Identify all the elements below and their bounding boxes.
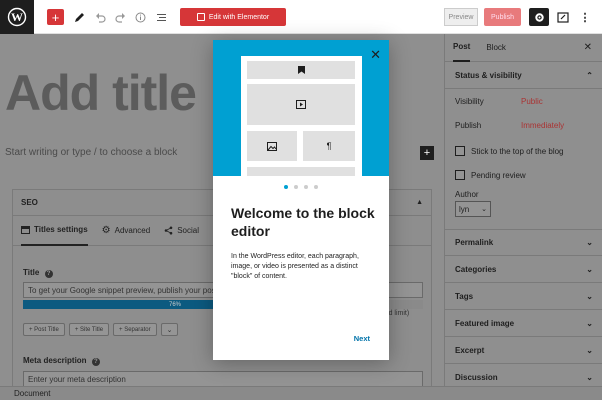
next-button[interactable]: Next <box>354 334 370 343</box>
chevron-down-icon: ⌄ <box>166 326 173 334</box>
edit-with-elementor-button[interactable]: Edit with Elementor <box>180 8 286 26</box>
author-select[interactable]: lyn ⌄ <box>455 201 491 217</box>
footer-breadcrumb[interactable]: Document <box>0 386 602 400</box>
chevron-down-icon: ⌄ <box>586 264 593 274</box>
edit-tool-button[interactable] <box>72 9 86 25</box>
settings-button[interactable] <box>529 8 549 26</box>
page-dot-4[interactable] <box>314 185 318 189</box>
page-dot-3[interactable] <box>304 185 308 189</box>
pencil-icon <box>74 12 84 22</box>
visibility-value-link[interactable]: Public <box>521 97 543 106</box>
tab-advanced[interactable]: ⚙ Advanced <box>102 216 151 246</box>
tab-titles-settings[interactable]: Titles settings <box>21 216 88 246</box>
help-icon[interactable]: ? <box>91 358 100 366</box>
video-icon <box>247 84 355 125</box>
chevron-down-icon: ⌄ <box>586 238 593 247</box>
help-icon[interactable]: ? <box>44 270 53 278</box>
outline-button[interactable] <box>154 9 168 25</box>
settings-sidebar: Post Block ✕ Status & visibility ⌃ Visib… <box>444 34 602 391</box>
gear-icon: ⚙ <box>101 225 111 236</box>
more-options-icon[interactable]: ⋮ <box>578 9 592 25</box>
chevron-down-icon: ⌄ <box>586 318 593 328</box>
paragraph-placeholder[interactable]: Start writing or type / to choose a bloc… <box>5 147 177 158</box>
redo-icon <box>114 12 125 23</box>
svg-text:W: W <box>11 10 23 24</box>
page-indicator <box>213 185 389 189</box>
add-block-button[interactable]: + <box>47 9 64 25</box>
seo-heading: SEO <box>21 198 38 207</box>
wordpress-logo-icon[interactable]: W <box>0 0 34 34</box>
pending-review-row: Pending review <box>455 170 526 180</box>
insert-site-title-button[interactable]: + Site Title <box>68 323 110 336</box>
plus-icon: + <box>423 147 431 159</box>
welcome-guide-modal: ¶ ✕ Welcome to the block editor In the W… <box>213 40 389 360</box>
caret-up-icon[interactable]: ▲ <box>416 199 423 206</box>
block-illustration: ¶ <box>241 56 362 176</box>
info-button[interactable] <box>133 9 147 25</box>
page-dot-2[interactable] <box>294 185 298 189</box>
paragraph-icon: ¶ <box>303 131 355 161</box>
tab-social[interactable]: Social <box>164 216 199 246</box>
elementor-icon <box>196 13 205 21</box>
more-tags-button[interactable]: ⌄ <box>160 323 179 336</box>
panel-permalink[interactable]: Permalink ⌄ <box>445 229 602 256</box>
placeholder-block <box>247 167 355 176</box>
bookmark-icon <box>247 61 355 79</box>
meta-description-label: Meta description ? <box>23 356 100 366</box>
undo-button[interactable] <box>93 9 107 25</box>
modal-body: In the WordPress editor, each paragraph,… <box>231 253 359 280</box>
tab-block[interactable]: Block <box>486 43 506 52</box>
meta-description-input[interactable]: Enter your meta description <box>23 371 423 386</box>
post-title-placeholder[interactable]: Add title <box>5 64 197 122</box>
inline-add-block-button[interactable]: + <box>420 146 434 160</box>
title-tag-buttons: + Post Title + Site Title + Separator ⌄ <box>23 323 179 336</box>
panel-excerpt[interactable]: Excerpt ⌄ <box>445 337 602 364</box>
panel-status-visibility[interactable]: Status & visibility ⌃ <box>445 62 602 89</box>
share-icon <box>164 226 173 235</box>
author-label: Author <box>455 190 479 199</box>
info-icon <box>135 12 145 22</box>
chevron-down-icon: ⌄ <box>586 372 593 382</box>
panel-featured-image[interactable]: Featured image ⌄ <box>445 310 602 337</box>
insert-separator-button[interactable]: + Separator <box>113 323 157 336</box>
undo-icon <box>95 12 106 23</box>
sidebar-tabs: Post Block ✕ <box>445 34 602 62</box>
elementor-panel-button[interactable] <box>555 9 571 25</box>
page-dot-1[interactable] <box>284 185 288 189</box>
pending-review-checkbox[interactable] <box>455 170 465 180</box>
chevron-down-icon: ⌄ <box>586 291 593 301</box>
panel-icon <box>21 225 30 234</box>
publish-date-row: Publish Immediately <box>455 121 565 130</box>
chevron-down-icon: ⌄ <box>586 345 593 355</box>
stick-to-top-checkbox[interactable] <box>455 146 465 156</box>
preview-button[interactable]: Preview <box>444 8 478 26</box>
seo-title-label: Title ? <box>23 268 53 278</box>
insert-post-title-button[interactable]: + Post Title <box>23 323 65 336</box>
close-icon[interactable]: ✕ <box>584 42 592 53</box>
publish-button[interactable]: Publish <box>484 8 521 26</box>
chevron-down-icon: ⌄ <box>481 206 487 213</box>
publish-date-link[interactable]: Immediately <box>521 121 564 130</box>
chevron-up-icon: ⌃ <box>586 70 593 80</box>
list-view-icon <box>156 13 166 21</box>
gear-icon <box>534 12 544 22</box>
top-toolbar: W + Edit with Elementor Preview Publish … <box>0 0 602 34</box>
welcome-illustration: ¶ <box>213 40 389 176</box>
close-icon[interactable]: ✕ <box>370 47 381 63</box>
panel-categories[interactable]: Categories ⌄ <box>445 256 602 283</box>
modal-title: Welcome to the block editor <box>231 205 375 239</box>
tab-post[interactable]: Post <box>453 34 471 62</box>
stick-to-top-row: Stick to the top of the blog <box>455 146 564 156</box>
panel-tags[interactable]: Tags ⌄ <box>445 283 602 310</box>
image-icon <box>247 131 297 161</box>
redo-button[interactable] <box>113 9 127 25</box>
visibility-row: Visibility Public <box>455 97 543 106</box>
editor-panel-icon <box>557 11 569 23</box>
plus-icon: + <box>51 9 60 25</box>
